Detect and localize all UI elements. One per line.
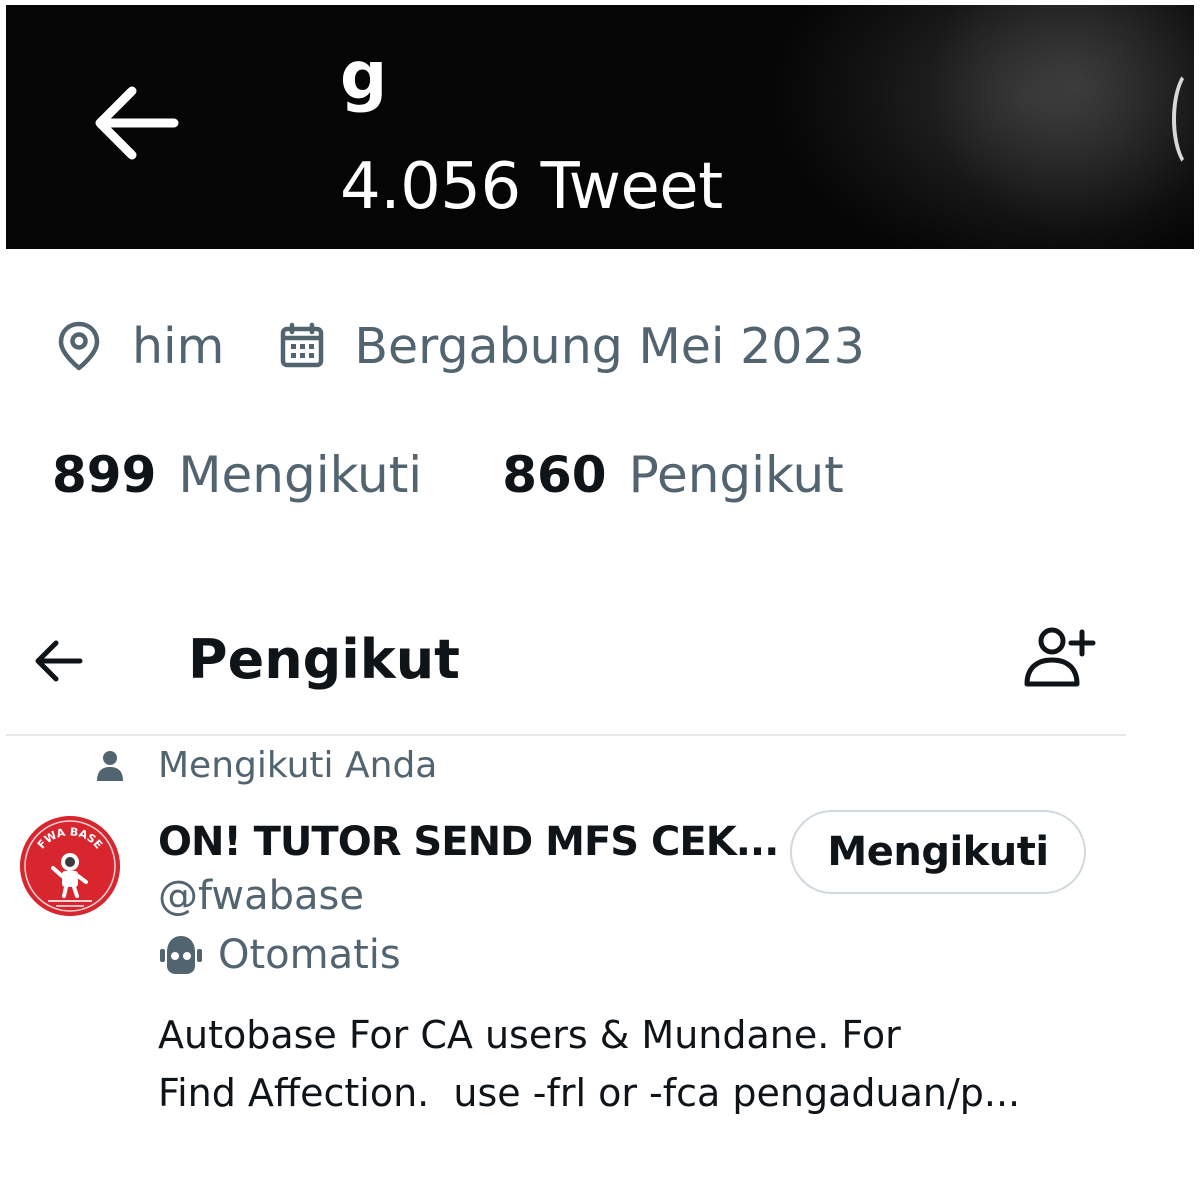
- back-arrow-icon[interactable]: [88, 83, 180, 163]
- tweet-count: 4.056 Tweet: [340, 150, 723, 224]
- followers-label: Pengikut: [628, 446, 844, 504]
- automated-label-row: Otomatis: [158, 932, 401, 978]
- following-button[interactable]: Mengikuti: [790, 810, 1086, 894]
- location-pin-icon: [58, 321, 100, 371]
- calendar-icon: [281, 322, 324, 368]
- followers-page-header: Pengikut: [6, 610, 1126, 736]
- header-background-glow: [874, 5, 1194, 249]
- following-link[interactable]: 899 Mengikuti: [52, 446, 422, 504]
- back-arrow-icon[interactable]: [32, 638, 84, 684]
- joined-item: Bergabung Mei 2023: [224, 317, 865, 375]
- avatar[interactable]: FWA BASE: [20, 816, 120, 916]
- follows-you-row: Mengikuti Anda: [96, 748, 437, 784]
- follow-counts-row: 899 Mengikuti 860 Pengikut: [52, 446, 844, 504]
- follower-handle: @fwabase: [158, 873, 364, 919]
- following-count: 899: [52, 446, 157, 504]
- bio-line: Find Affection. use -frl or -fca pengadu…: [158, 1071, 1021, 1115]
- automated-label: Otomatis: [218, 932, 401, 978]
- add-user-icon[interactable]: [1022, 624, 1096, 690]
- followers-link[interactable]: 860 Pengikut: [502, 446, 844, 504]
- avatar-logo: FWA BASE: [20, 816, 120, 916]
- follower-display-name[interactable]: ON! TUTOR SEND MFS CEK...: [158, 818, 778, 866]
- person-icon: [97, 751, 123, 781]
- page-title: Pengikut: [188, 628, 460, 691]
- location-text: him: [132, 317, 225, 375]
- follows-you-label: Mengikuti Anda: [158, 745, 438, 786]
- follower-bio: Autobase For CA users & Mundane. For Fin…: [158, 1006, 1098, 1122]
- joined-date-text: Bergabung Mei 2023: [354, 317, 865, 375]
- profile-meta-row: him Bergabung Mei 2023: [56, 316, 865, 376]
- bio-line: Autobase For CA users & Mundane. For: [158, 1013, 901, 1057]
- profile-header: g 4.056 Tweet: [6, 5, 1194, 249]
- profile-name: g: [340, 37, 388, 114]
- followers-count: 860: [502, 446, 607, 504]
- robot-icon: [160, 936, 202, 974]
- location-item: him: [56, 320, 224, 372]
- following-label: Mengikuti: [178, 446, 423, 504]
